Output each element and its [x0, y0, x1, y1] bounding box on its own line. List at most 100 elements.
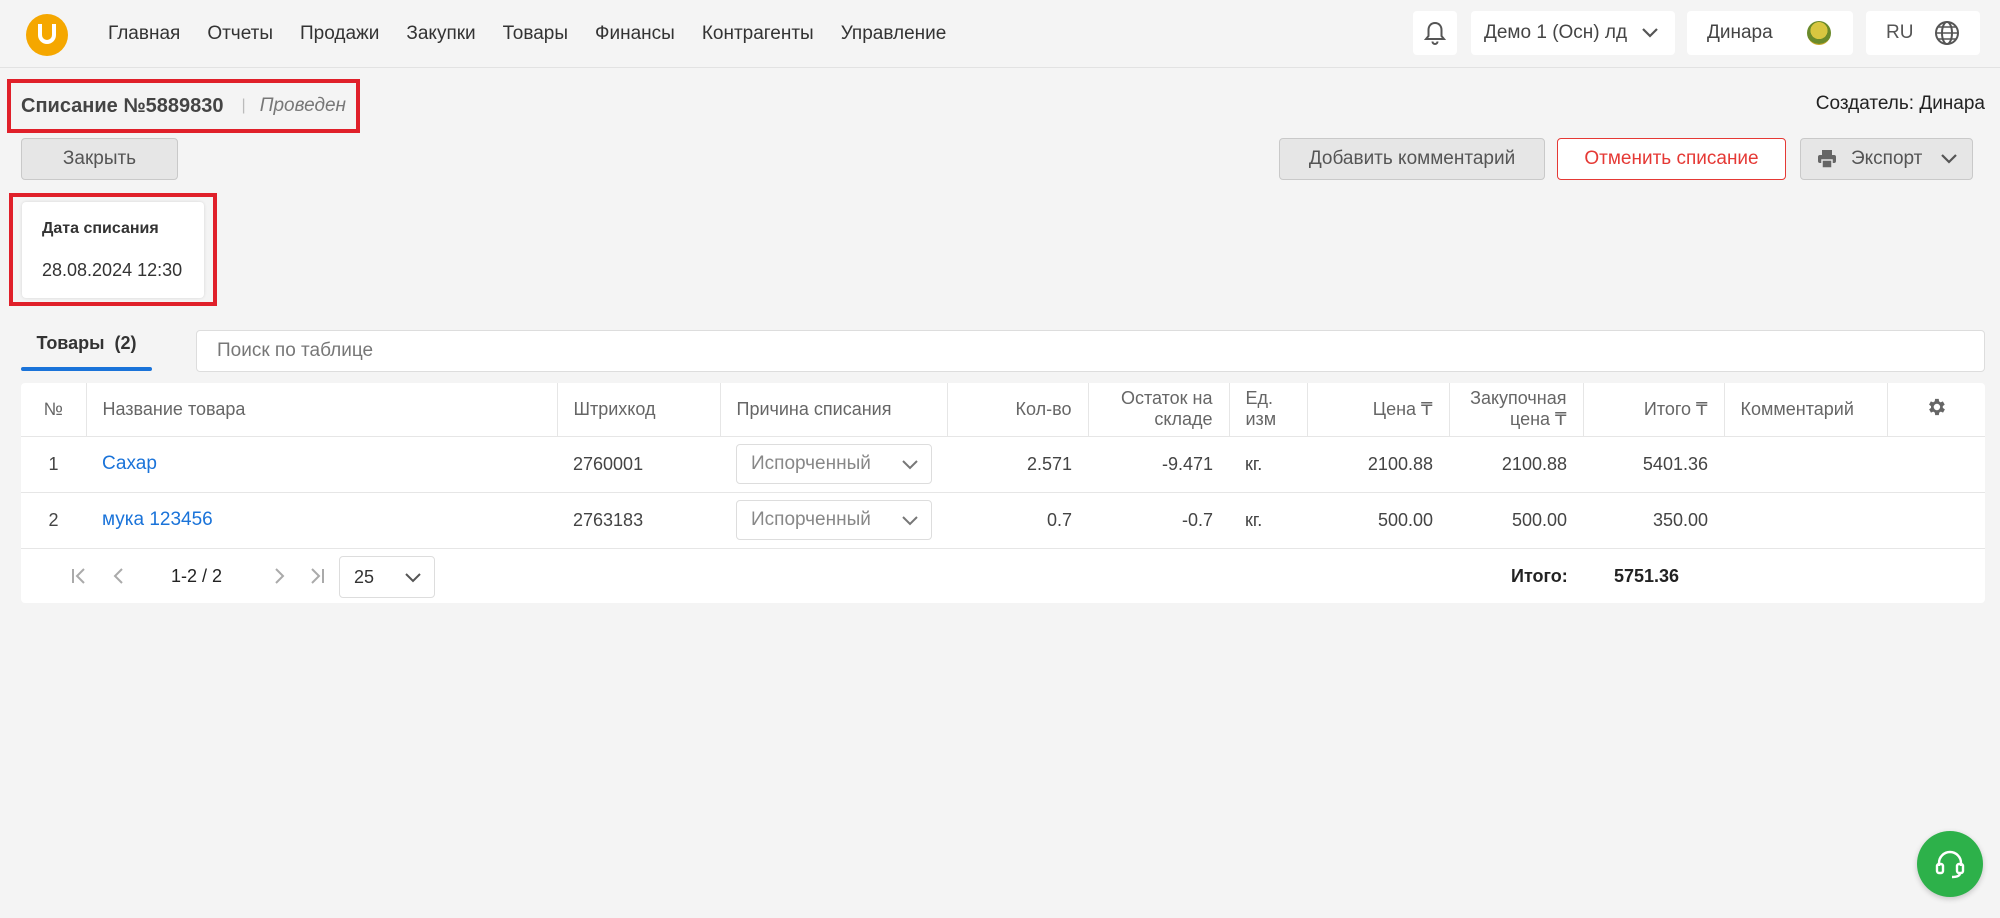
notifications-button[interactable]: [1413, 11, 1457, 55]
cell-name: мука 123456: [86, 492, 557, 549]
header-total[interactable]: Итого ₸: [1583, 383, 1725, 437]
next-page-icon[interactable]: [269, 566, 289, 586]
globe-icon: [1935, 21, 1959, 45]
organization-select[interactable]: Демо 1 (Осн) лд: [1471, 11, 1675, 55]
reason-value: Испорченный: [751, 453, 871, 474]
cell-stock: -9.471: [1088, 436, 1229, 493]
cell-no: 1: [21, 436, 86, 493]
logo-icon[interactable]: [26, 14, 68, 56]
nav-item-counterparties[interactable]: Контрагенты: [702, 23, 814, 45]
date-label: Дата списания: [42, 220, 159, 237]
add-comment-button[interactable]: Добавить комментарий: [1279, 138, 1545, 180]
cell-qty: 2.571: [947, 436, 1088, 493]
grand-total-value: 5751.36: [1614, 566, 1680, 586]
language-select[interactable]: RU: [1866, 11, 1980, 55]
last-page-icon[interactable]: [307, 566, 327, 586]
page-range: 1-2 / 2: [171, 566, 223, 586]
header-qty[interactable]: Кол-во: [947, 383, 1089, 437]
top-navigation-bar: Главная Отчеты Продажи Закупки Товары Фи…: [0, 0, 2000, 68]
pagination: 1-2 / 2 25 Итого: 5751.36: [21, 549, 1985, 603]
document-title-highlight: Списание №5889830 | Проведен: [7, 79, 360, 133]
cell-total: 5401.36: [1583, 436, 1724, 493]
gear-icon: [1929, 398, 1946, 415]
cell-unit: кг.: [1229, 492, 1307, 549]
page-title: Списание №5889830: [21, 94, 224, 117]
cell-comment: [1724, 436, 1887, 493]
table-header-row: № Название товара Штрихкод Причина списа…: [21, 383, 1985, 437]
tab-products-label: Товары: [36, 333, 105, 353]
header-stock[interactable]: Остаток на складе: [1088, 383, 1230, 437]
cell-total: 350.00: [1583, 492, 1724, 549]
header-purchase-price[interactable]: Закупочная цена ₸: [1449, 383, 1584, 437]
table-search-input[interactable]: [196, 330, 1985, 372]
cell-no: 2: [21, 492, 86, 549]
cell-purchase-price: 500.00: [1449, 492, 1583, 549]
support-chat-button[interactable]: [1917, 831, 1983, 897]
header-reason[interactable]: Причина списания: [720, 383, 948, 437]
nav-item-purchases[interactable]: Закупки: [406, 23, 475, 45]
status-badge: Проведен: [259, 95, 346, 116]
cell-stock: -0.7: [1088, 492, 1229, 549]
grand-total-label: Итого:: [1511, 566, 1568, 586]
nav-item-sales[interactable]: Продажи: [300, 23, 379, 45]
chevron-down-icon: [1941, 154, 1957, 164]
creator-label: Создатель: Динара: [1815, 93, 1985, 114]
cell-name: Сахар: [86, 436, 557, 493]
language-code: RU: [1886, 22, 1914, 43]
product-link[interactable]: мука 123456: [102, 509, 213, 530]
header-price[interactable]: Цена ₸: [1307, 383, 1450, 437]
cell-actions: [1887, 492, 1985, 549]
export-button[interactable]: Экспорт: [1800, 138, 1973, 180]
user-name: Динара: [1707, 22, 1773, 43]
cell-purchase-price: 2100.88: [1449, 436, 1583, 493]
headset-icon: [1935, 850, 1965, 879]
tab-products[interactable]: Товары (2): [21, 330, 152, 370]
product-link[interactable]: Сахар: [102, 453, 157, 474]
header-comment[interactable]: Комментарий: [1724, 383, 1888, 437]
tab-active-indicator: [21, 367, 152, 371]
reason-select[interactable]: Испорченный: [736, 500, 932, 540]
user-menu[interactable]: Динара: [1687, 11, 1853, 55]
writeoff-date-card: Дата списания 28.08.2024 12:30: [22, 202, 204, 298]
nav-item-home[interactable]: Главная: [108, 23, 180, 45]
reason-select[interactable]: Испорченный: [736, 444, 932, 484]
table-settings-button[interactable]: [1887, 383, 1985, 437]
nav-item-reports[interactable]: Отчеты: [207, 23, 273, 45]
tab-products-count: (2): [114, 333, 137, 353]
cell-reason: Испорченный: [720, 492, 947, 549]
products-table-card: № Название товара Штрихкод Причина списа…: [21, 383, 1985, 603]
prev-page-icon[interactable]: [109, 566, 129, 586]
cell-actions: [1887, 436, 1985, 493]
bell-icon: [1424, 21, 1446, 45]
export-label: Экспорт: [1851, 148, 1923, 169]
nav-item-products[interactable]: Товары: [503, 23, 568, 45]
cell-barcode: 2763183: [557, 492, 720, 549]
table-row: 2 мука 123456 2763183 Испорченный 0.7 -0…: [21, 492, 1985, 549]
header-name[interactable]: Название товара: [86, 383, 558, 437]
cell-reason: Испорченный: [720, 436, 947, 493]
printer-icon: [1818, 150, 1836, 169]
reason-value: Испорченный: [751, 509, 871, 530]
header-barcode[interactable]: Штрихкод: [557, 383, 721, 437]
avatar: [1807, 21, 1831, 45]
cell-comment: [1724, 492, 1887, 549]
cell-unit: кг.: [1229, 436, 1307, 493]
cell-barcode: 2760001: [557, 436, 720, 493]
nav-item-finance[interactable]: Финансы: [595, 23, 675, 45]
cell-price: 500.00: [1307, 492, 1449, 549]
chevron-down-icon: [1642, 28, 1658, 38]
first-page-icon[interactable]: [69, 566, 89, 586]
title-separator: |: [241, 97, 246, 114]
cancel-writeoff-button[interactable]: Отменить списание: [1557, 138, 1786, 180]
table-row: 1 Сахар 2760001 Испорченный 2.571 -9.471…: [21, 436, 1985, 493]
close-button[interactable]: Закрыть: [21, 138, 178, 180]
chevron-down-icon: [902, 516, 918, 526]
date-value: 28.08.2024 12:30: [42, 260, 183, 280]
cell-qty: 0.7: [947, 492, 1088, 549]
page-size-value: 25: [354, 566, 375, 587]
chevron-down-icon: [405, 573, 421, 583]
header-unit[interactable]: Ед. изм: [1229, 383, 1308, 437]
nav-item-management[interactable]: Управление: [841, 23, 947, 45]
page-size-select[interactable]: 25: [339, 556, 435, 598]
header-no: №: [21, 383, 87, 437]
